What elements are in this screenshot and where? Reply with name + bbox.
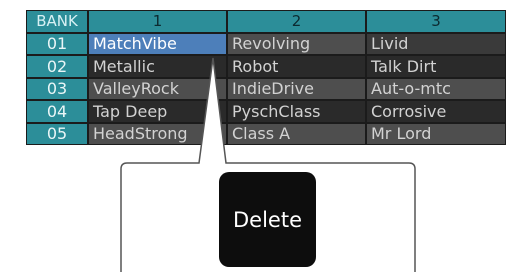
preset-cell[interactable]: HeadStrong <box>88 122 227 145</box>
preset-cell[interactable]: PyschClass <box>227 100 366 123</box>
bank-grid: BANK 1 2 3 01 MatchVibe Revolving Livid … <box>26 10 506 145</box>
bank-number[interactable]: 01 <box>26 32 88 55</box>
preset-cell[interactable]: Talk Dirt <box>366 55 506 78</box>
preset-cell[interactable]: Aut-o-mtc <box>366 77 506 100</box>
preset-cell[interactable]: Mr Lord <box>366 122 506 145</box>
preset-cell[interactable]: Revolving <box>227 32 366 55</box>
bank-number[interactable]: 03 <box>26 77 88 100</box>
header-col-1: 1 <box>88 10 227 33</box>
preset-cell[interactable]: Metallic <box>88 55 227 78</box>
table-row: 04 Tap Deep PyschClass Corrosive <box>26 100 506 123</box>
table-row: 01 MatchVibe Revolving Livid <box>26 32 506 55</box>
header-col-2: 2 <box>227 10 366 33</box>
preset-cell[interactable]: Corrosive <box>366 100 506 123</box>
bank-number[interactable]: 04 <box>26 100 88 123</box>
preset-cell[interactable]: Tap Deep <box>88 100 227 123</box>
preset-cell[interactable]: MatchVibe <box>88 32 227 55</box>
bank-number[interactable]: 05 <box>26 122 88 145</box>
preset-cell[interactable]: ValleyRock <box>88 77 227 100</box>
bank-number[interactable]: 02 <box>26 55 88 78</box>
header-bank: BANK <box>26 10 88 33</box>
table-row: 05 HeadStrong Class A Mr Lord <box>26 122 506 145</box>
delete-button[interactable]: Delete <box>219 172 316 267</box>
preset-cell[interactable]: IndieDrive <box>227 77 366 100</box>
grid-header-row: BANK 1 2 3 <box>26 10 506 33</box>
header-col-3: 3 <box>366 10 506 33</box>
table-row: 03 ValleyRock IndieDrive Aut-o-mtc <box>26 77 506 100</box>
preset-cell[interactable]: Class A <box>227 122 366 145</box>
preset-cell[interactable]: Robot <box>227 55 366 78</box>
preset-cell[interactable]: Livid <box>366 32 506 55</box>
table-row: 02 Metallic Robot Talk Dirt <box>26 55 506 78</box>
